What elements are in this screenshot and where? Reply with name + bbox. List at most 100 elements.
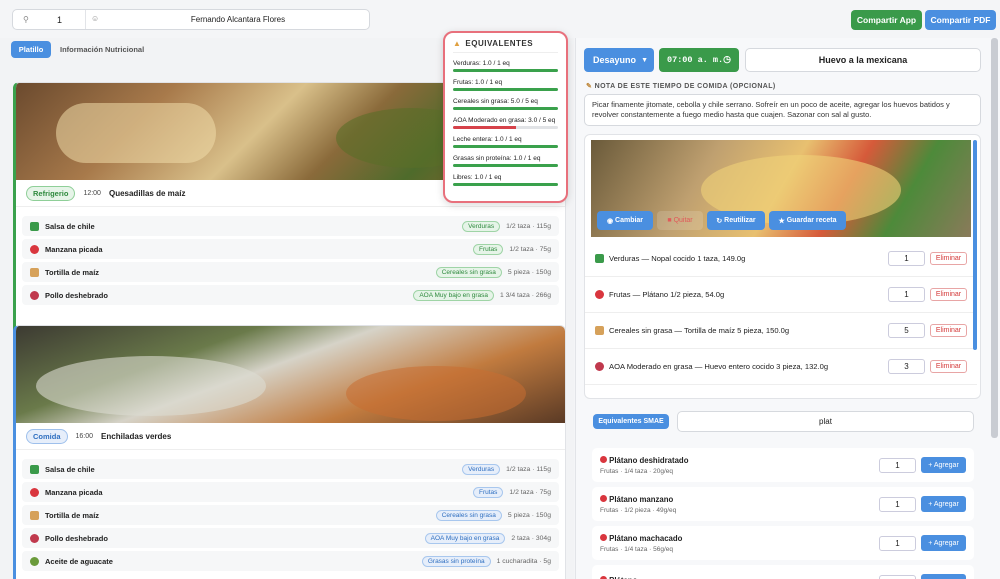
delete-button[interactable]: Eliminar: [930, 288, 967, 301]
quantity-input[interactable]: 1: [888, 287, 925, 302]
suggestion-row: Plátano machacado Frutas · 1/4 taza · 56g…: [592, 526, 974, 560]
list-item: Tortilla de maíz Cereales sin grasa 5 piez…: [22, 505, 559, 525]
meal-header: Comida 16:00 Enchiladas verdes: [16, 423, 565, 450]
item-qty: 1 cucharadita · 5g: [496, 557, 551, 565]
quantity-input[interactable]: 3: [888, 359, 925, 374]
avocado-icon: [30, 556, 39, 566]
equivalent-bar: [453, 145, 558, 148]
equivalent-bar-fill: [453, 183, 558, 186]
meal-card-comida[interactable]: Comida 16:00 Enchiladas verdes Salsa de …: [13, 325, 566, 579]
add-button[interactable]: + Agregar: [921, 535, 966, 551]
star-icon: ★: [778, 217, 787, 225]
equivalent-row: Libres: 1.0 / 1 eq: [453, 174, 558, 186]
list-item: Manzana picada Frutas 1/2 taza · 75g: [22, 239, 559, 259]
equivalent-bar: [453, 69, 558, 72]
item-name: Pollo deshebrado: [45, 290, 108, 300]
equivalent-label: Grasas sin proteína: 1.0 / 1 eq: [453, 155, 541, 162]
remove-image-button[interactable]: ■ Quitar: [657, 211, 703, 230]
share-pdf-button[interactable]: Compartir PDF: [925, 10, 996, 30]
equivalent-bar: [453, 107, 558, 110]
item-tag: Frutas: [473, 486, 504, 498]
list-item: Pollo deshebrado AOA Muy bajo en grasa 2 t…: [22, 528, 559, 548]
equivalent-row: Leche entera: 1.0 / 1 eq: [453, 136, 558, 148]
quesadilla-shape: [56, 103, 216, 163]
meat-icon: [30, 533, 39, 543]
list-item: Pollo deshebrado AOA Muy bajo en grasa 1 3…: [22, 285, 559, 305]
suggestion-detail: Frutas · 1/2 pieza · 49g/eq: [600, 506, 677, 514]
search-icon: ⚲: [23, 15, 29, 24]
suggestion-name: Plátano machacado: [609, 533, 683, 543]
equivalent-label: Verduras: 1.0 / 1 eq: [453, 60, 510, 67]
meal-type-select[interactable]: Desayuno ▼: [584, 48, 654, 72]
equivalents-popover: ▲ EQUIVALENTES Verduras: 1.0 / 1 eq Fruta…: [443, 31, 568, 203]
equivalent-bar-fill: [453, 69, 558, 72]
smae-button[interactable]: Equivalentes SMAE: [593, 414, 669, 429]
change-image-button[interactable]: ◉ Cambiar: [597, 211, 653, 230]
add-button[interactable]: + Agregar: [921, 496, 966, 512]
add-button[interactable]: + Agregar: [921, 574, 966, 579]
equivalent-row: Grasas sin proteína: 1.0 / 1 eq: [453, 155, 558, 167]
delete-button[interactable]: Eliminar: [930, 360, 967, 373]
meal-name: Enchiladas verdes: [101, 431, 172, 441]
note-icon: ✎: [586, 83, 593, 90]
item-qty: 1/2 taza · 115g: [506, 465, 551, 473]
user-icon: ☺: [91, 14, 100, 23]
patient-name-field[interactable]: Fernando Alcantara Flores: [113, 15, 363, 24]
item-tag: Cereales sin grasa: [435, 266, 502, 278]
page-scrollbar[interactable]: [991, 38, 998, 438]
quantity-input[interactable]: 1: [879, 457, 916, 473]
save-recipe-button[interactable]: ★ Guardar receta: [769, 211, 846, 230]
equivalent-bar: [453, 88, 558, 91]
item-tag: AOA Muy bajo en grasa: [424, 532, 506, 544]
quantity-input[interactable]: 1: [879, 574, 916, 579]
meat-icon: [30, 290, 39, 300]
camera-icon: ◉: [606, 217, 616, 225]
quantity-input[interactable]: 1: [879, 496, 916, 512]
meal-type-badge: Refrigerio: [26, 185, 76, 201]
add-button[interactable]: + Agregar: [921, 457, 966, 473]
search-input[interactable]: 1: [57, 15, 62, 25]
item-qty: 2 taza · 304g: [511, 534, 551, 542]
item-qty: 1/2 taza · 75g: [509, 245, 551, 253]
delete-button[interactable]: Eliminar: [930, 252, 967, 265]
apple-icon: [30, 244, 39, 254]
component-row: AOA Moderado en grasa — Huevo entero coc…: [585, 349, 977, 385]
item-name: Salsa de chile: [45, 221, 95, 231]
share-app-button[interactable]: Compartir App: [851, 10, 922, 30]
meal-type-badge: Comida: [26, 428, 68, 444]
box-icon: [595, 326, 604, 335]
tab-nutricional[interactable]: Información Nutricional: [60, 45, 144, 54]
scrollbar[interactable]: [973, 140, 977, 350]
delete-button[interactable]: Eliminar: [930, 324, 967, 337]
vegetable-icon: [30, 464, 39, 474]
equivalent-bar-fill: [453, 88, 558, 91]
meal-editor-pane: Desayuno ▼ 07:00 a. m. ◷ Huevo a la mexi…: [575, 38, 1000, 579]
suggestion-list: Plátano deshidratado Frutas · 1/4 taza · …: [592, 448, 974, 579]
component-label: Verduras — Nopal cocido 1 taza, 149.0g: [609, 254, 746, 263]
equivalent-bar: [453, 183, 558, 186]
suggestion-detail: Frutas · 1/4 taza · 20g/eq: [600, 467, 673, 475]
equivalent-label: Frutas: 1.0 / 1 eq: [453, 79, 503, 86]
divider: [85, 10, 86, 29]
box-icon: [30, 267, 39, 277]
equivalent-row: Verduras: 1.0 / 1 eq: [453, 60, 558, 72]
reuse-button[interactable]: ↻ Reutilizar: [707, 211, 765, 230]
suggestion-row: Plátano manzano Frutas · 1/2 pieza · 49g/…: [592, 487, 974, 521]
item-qty: 1/2 taza · 75g: [509, 488, 551, 496]
meal-time-input[interactable]: 07:00 a. m. ◷: [659, 48, 739, 72]
tab-platillo[interactable]: Platillo: [11, 41, 51, 58]
quantity-input[interactable]: 1: [879, 535, 916, 551]
note-textarea[interactable]: Picar finamente jitomate, cebolla y chil…: [584, 94, 981, 126]
suggestion-name: Plátano manzano: [609, 494, 674, 504]
component-label: Frutas — Plátano 1/2 pieza, 54.0g: [609, 290, 725, 299]
quantity-input[interactable]: 1: [888, 251, 925, 266]
dish-name-input[interactable]: Huevo a la mexicana: [745, 48, 981, 72]
chart-icon: ▲: [453, 39, 462, 48]
item-qty: 5 pieza · 150g: [507, 511, 551, 519]
list-item: Salsa de chile Verduras 1/2 taza · 115g: [22, 216, 559, 236]
fruit-icon: [600, 494, 607, 502]
quantity-input[interactable]: 5: [888, 323, 925, 338]
apple-icon: [595, 290, 604, 299]
vegetable-icon: [595, 254, 604, 263]
smae-search-input[interactable]: plat: [677, 411, 974, 432]
